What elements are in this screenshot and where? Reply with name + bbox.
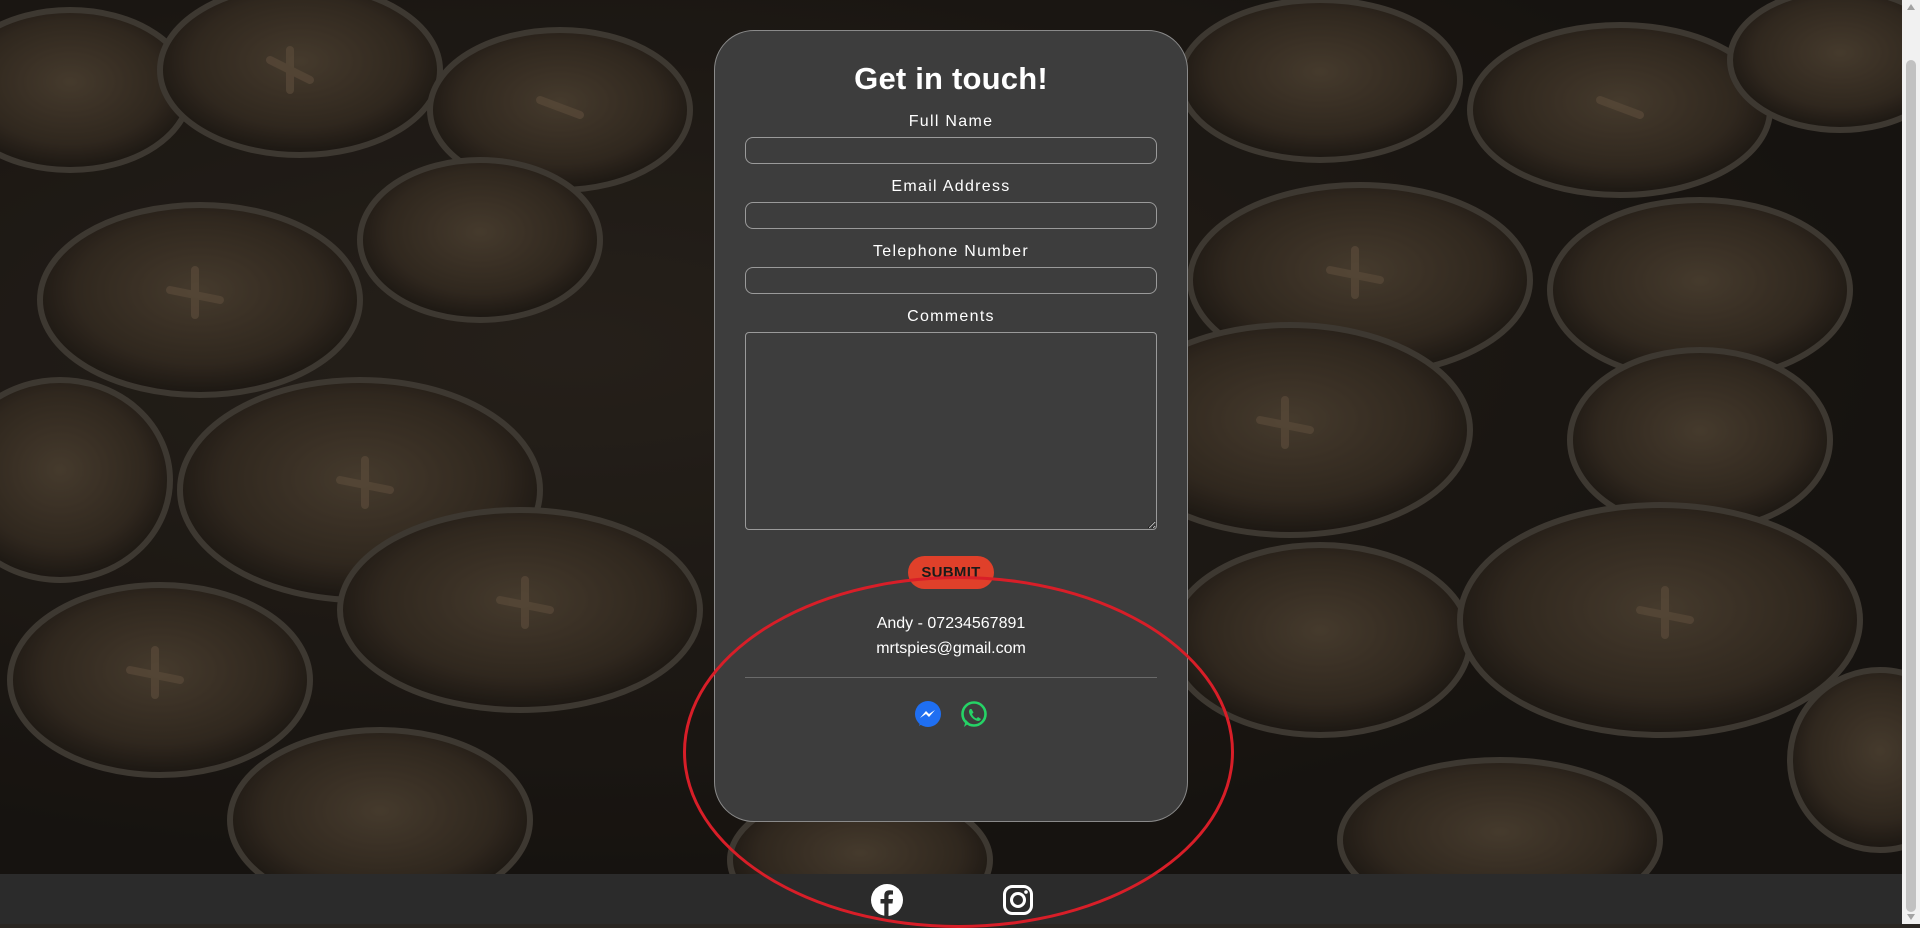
contact-details: Andy - 07234567891 mrtspies@gmail.com: [715, 611, 1187, 661]
contact-phone: Andy - 07234567891: [876, 615, 1026, 632]
scroll-up-arrow-icon[interactable]: [1907, 4, 1915, 10]
messenger-icon[interactable]: [913, 700, 943, 730]
comments-textarea[interactable]: [745, 332, 1157, 530]
scrollbar-thumb[interactable]: [1906, 60, 1916, 912]
email-input[interactable]: [745, 202, 1157, 229]
site-footer: [0, 874, 1902, 924]
full-name-input[interactable]: [745, 137, 1157, 164]
page-scrollbar[interactable]: [1902, 0, 1920, 924]
contact-email: mrtspies@gmail.com: [876, 640, 1026, 657]
full-name-label: Full Name: [908, 113, 994, 130]
instagram-icon[interactable]: [1002, 884, 1034, 916]
whatsapp-icon[interactable]: [959, 700, 989, 730]
scroll-down-arrow-icon[interactable]: [1907, 914, 1915, 920]
form-title: Get in touch!: [854, 61, 1048, 96]
facebook-icon[interactable]: [871, 884, 903, 916]
contact-form-card: Get in touch! Full Name Email Address Te…: [714, 30, 1188, 822]
comments-label: Comments: [907, 308, 995, 325]
card-social-links: [715, 700, 1187, 730]
email-label: Email Address: [891, 178, 1011, 195]
submit-button[interactable]: SUBMIT: [908, 556, 994, 589]
telephone-label: Telephone Number: [873, 243, 1029, 260]
telephone-input[interactable]: [745, 267, 1157, 294]
divider: [745, 677, 1157, 678]
